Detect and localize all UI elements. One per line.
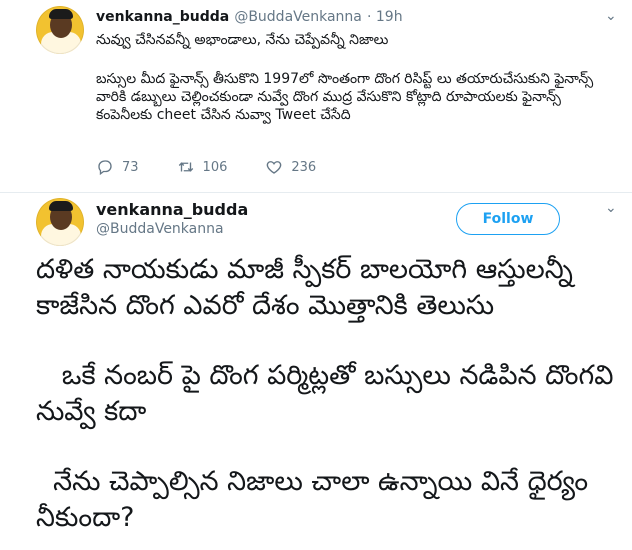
tweet-paragraph: దళిత నాయకుడు మాజీ స్పీకర్ బాలయోగి ఆస్తుల… (36, 254, 582, 321)
reply-button[interactable]: 73 (96, 158, 139, 176)
tweet-header: venkanna_budda @BuddaVenkanna · 19h (96, 6, 403, 25)
tweet-paragraph: నేను చెప్పాల్సిన నిజాలు చాలా ఉన్నాయి విన… (36, 466, 597, 533)
follow-button[interactable]: Follow (456, 203, 560, 235)
avatar[interactable] (36, 198, 84, 246)
like-button[interactable]: 236 (265, 158, 316, 176)
author-handle[interactable]: @BuddaVenkanna (96, 221, 248, 237)
author-name[interactable]: venkanna_budda (96, 9, 229, 25)
chevron-down-icon[interactable]: ⌄ (605, 200, 617, 216)
tweet-quote-text: బస్సుల మీద ఫైనాన్స్ తీసుకొని 1997లో సొంత… (96, 71, 594, 123)
tweet-body: దళిత నాయకుడు మాజీ స్పీకర్ బాలయోగి ఆస్తుల… (36, 252, 616, 536)
tweet-time[interactable]: · 19h (367, 9, 403, 25)
heart-icon (267, 161, 282, 174)
tweet-text: నువ్వు చేసినవన్నీ అభాండాలు, నేను చెప్పేవ… (96, 32, 389, 48)
author-name[interactable]: venkanna_budda (96, 200, 248, 219)
tweet-actions: 73 106 236 (96, 158, 354, 176)
tweet-paragraph: ఒకే నంబర్ పై దొంగ పర్మిట్లతో బస్సులు నడి… (36, 360, 623, 427)
like-count: 236 (291, 159, 317, 175)
author-handle[interactable]: @BuddaVenkanna (234, 9, 362, 25)
tweet-author: venkanna_budda @BuddaVenkanna (96, 200, 248, 237)
chevron-down-icon[interactable]: ⌄ (605, 8, 617, 24)
avatar[interactable] (36, 6, 84, 54)
retweet-button[interactable]: 106 (177, 158, 228, 176)
retweet-count: 106 (202, 159, 228, 175)
retweet-icon (178, 162, 193, 172)
reply-icon (98, 160, 112, 176)
tweet-1[interactable]: venkanna_budda @BuddaVenkanna · 19h ⌄ ను… (0, 0, 632, 193)
reply-count: 73 (122, 159, 139, 175)
